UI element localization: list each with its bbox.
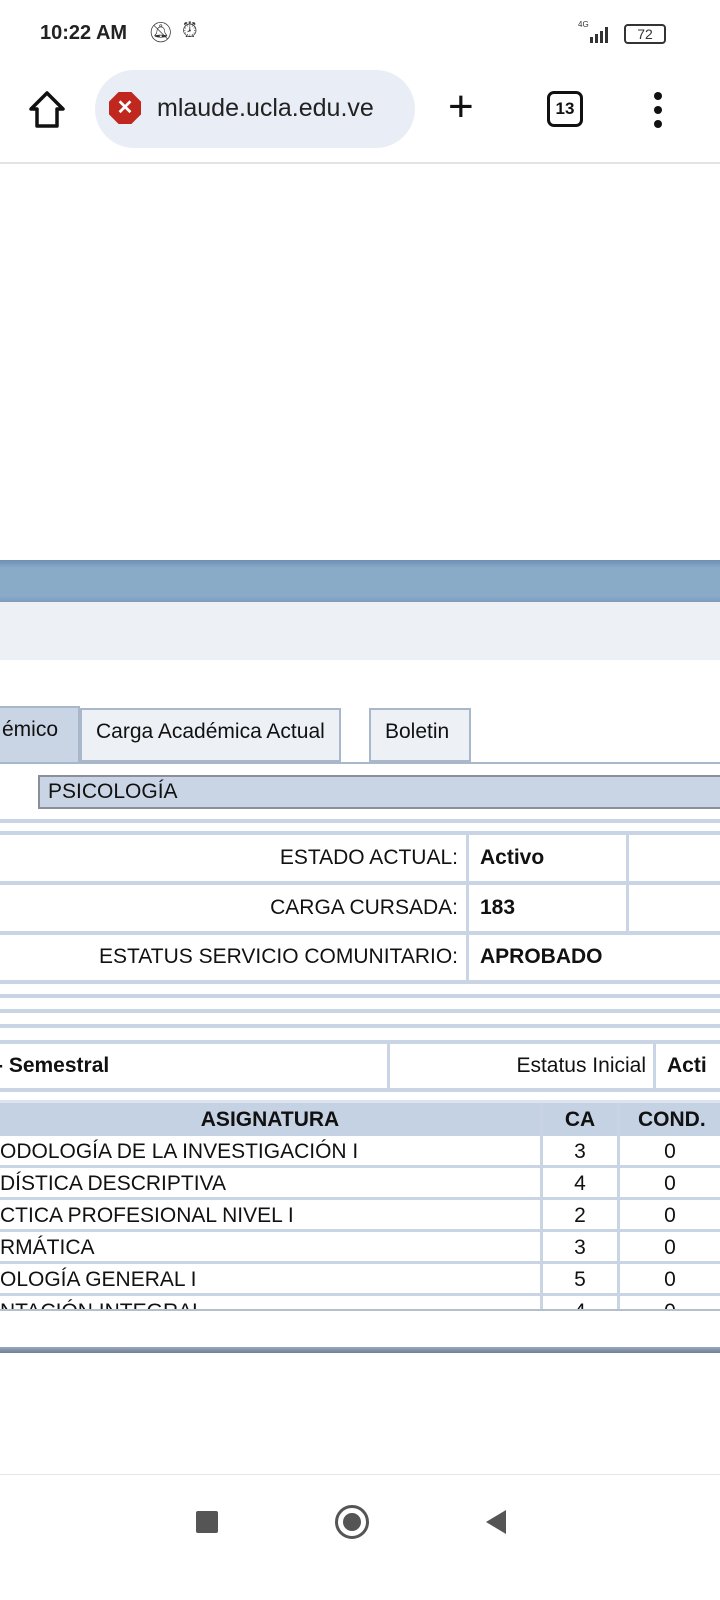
table-row: ODOLOGÍA DE LA INVESTIGACIÓN I 3 0 [0,1136,720,1168]
tab-divider [0,762,720,764]
cell-cond: 0 [664,1204,676,1227]
cell-cond: 0 [664,1268,676,1291]
divider [0,881,720,885]
error-icon[interactable]: ✕ [109,92,141,124]
header-cond: COND. [638,1108,706,1131]
nav-divider [0,1474,720,1475]
divider [0,1040,720,1044]
battery-icon: 72 [624,24,666,44]
home-icon[interactable] [28,90,66,135]
clock: 10:22 AM [40,22,128,44]
cell-cond: 0 [664,1236,676,1259]
cell-asignatura: OLOGÍA GENERAL I [0,1268,197,1291]
servicio-comunitario-label: ESTATUS SERVICIO COMUNITARIO: [99,945,458,968]
status-bar: 10:22 AM 🔕︎ ⏰︎ 4G 72 [0,0,720,60]
divider [0,980,720,984]
back-button[interactable] [484,1508,508,1541]
menu-icon[interactable] [650,90,666,135]
cell-asignatura: RMÁTICA [0,1236,95,1259]
home-button[interactable] [335,1505,369,1539]
tab-boletin[interactable]: Boletin [369,708,471,762]
alarm-icon: ⏰︎ [182,20,198,42]
tab-carga-academica-actual[interactable]: Carga Académica Actual [80,708,341,762]
cell-cond: 0 [664,1140,676,1163]
cell-asignatura: ODOLOGÍA DE LA INVESTIGACIÓN I [0,1140,359,1163]
divider [0,1088,720,1092]
bell-off-icon: 🔕︎ [148,22,174,44]
divider [0,819,720,823]
cell-ca: 3 [574,1236,586,1259]
tab-academico[interactable]: émico [0,706,80,764]
header-asignatura: ASIGNATURA [200,1108,340,1131]
table-header: ASIGNATURA CA COND. [0,1100,720,1136]
estatus-inicial-label: Estatus Inicial [516,1054,646,1077]
estatus-inicial-value: Acti [667,1054,707,1077]
table-row: NTACIÓN INTEGRAL40 [0,1296,720,1310]
cell-cond: 0 [664,1172,676,1195]
browser-toolbar: ✕ mlaude.ucla.edu.ve + 13 [0,60,720,164]
divider [466,833,469,981]
period-type: - Semestral [0,1054,110,1077]
cell-ca: 5 [574,1268,586,1291]
divider [0,831,720,835]
recents-button[interactable] [196,1511,218,1533]
page-header-band [0,560,720,602]
table-row: DÍSTICA DESCRIPTIVA 4 0 [0,1168,720,1200]
cell-ca: 3 [574,1140,586,1163]
page-subheader-band [0,602,720,660]
estado-actual-value: Activo [480,846,545,869]
panel-bottom-border [0,1347,720,1353]
subjects-table: ODOLOGÍA DE LA INVESTIGACIÓN I 3 0 DÍSTICA… [0,1136,720,1310]
header-ca: CA [564,1108,596,1131]
divider [0,1009,720,1013]
career-name: PSICOLOGÍA [38,775,720,809]
cell-asignatura: CTICA PROFESIONAL NIVEL I [0,1204,294,1227]
tab-switcher-button[interactable]: 13 [547,91,583,127]
url-text[interactable]: mlaude.ucla.edu.ve [157,94,374,123]
new-tab-icon[interactable]: + [448,82,474,132]
carga-cursada-value: 183 [480,896,516,919]
divider [0,994,720,998]
table-row: RMÁTICA 3 0 [0,1232,720,1264]
cell-ca: 2 [574,1204,586,1227]
divider [0,1024,720,1028]
table-row: CTICA PROFESIONAL NIVEL I 2 0 [0,1200,720,1232]
divider [0,931,720,935]
cell-ca: 4 [574,1172,586,1195]
scroll-bottom-edge [0,1309,720,1311]
estado-actual-label: ESTADO ACTUAL: [279,846,458,869]
signal-icon [588,27,612,43]
carga-cursada-label: CARGA CURSADA: [270,896,458,919]
address-bar[interactable]: ✕ mlaude.ucla.edu.ve [95,70,415,148]
cell-asignatura: DÍSTICA DESCRIPTIVA [0,1172,226,1195]
table-row: OLOGÍA GENERAL I 5 0 [0,1264,720,1296]
divider [653,1042,656,1090]
divider [626,833,629,931]
servicio-comunitario-value: APROBADO [480,945,603,968]
